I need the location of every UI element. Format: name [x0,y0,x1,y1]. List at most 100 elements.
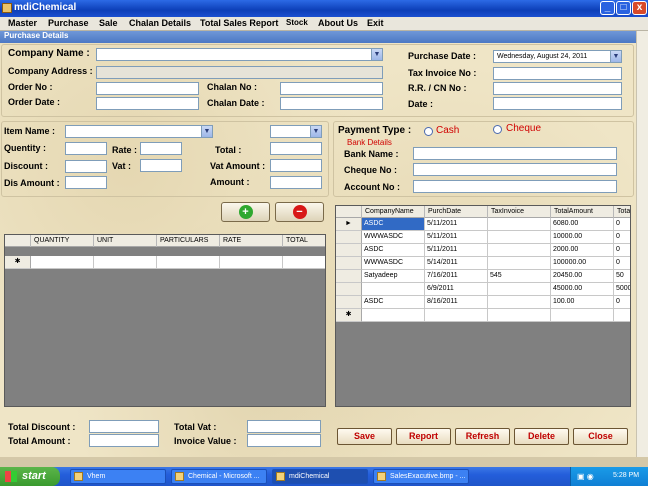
table-cell[interactable]: 7/16/2011 [425,270,488,283]
table-cell[interactable]: 6080.00 [551,218,614,231]
table-cell[interactable]: 545 [488,270,551,283]
remove-item-button[interactable]: − [275,202,324,222]
menu-total-sales-report[interactable]: Total Sales Report [200,18,278,28]
unit-dropdown[interactable]: ▼ [270,125,322,138]
taskbar-item-vhem[interactable]: Vhem [70,469,166,484]
table-cell[interactable] [94,256,157,269]
table-cell[interactable]: 0 [614,231,630,244]
invoice-value-field[interactable] [247,434,321,447]
column-header[interactable]: TotalAmount [551,206,614,218]
table-cell[interactable]: ASDC [362,244,425,257]
menu-stock[interactable]: Stock [286,18,308,27]
taskbar-item-salesexacutive[interactable]: SalesExacutive.bmp - ... [373,469,469,484]
table-cell[interactable] [362,283,425,296]
delete-button[interactable]: Delete [514,428,569,445]
table-cell[interactable] [425,309,488,322]
table-cell[interactable]: 5/14/2011 [425,257,488,270]
cheque-radio[interactable] [493,125,502,134]
table-cell[interactable]: 0 [614,257,630,270]
cheque-label[interactable]: Cheque [506,123,541,134]
tax-invoice-field[interactable] [493,67,622,80]
amount-field[interactable] [270,176,322,189]
table-cell[interactable]: 50 [614,270,630,283]
purchases-grid[interactable]: CompanyName PurchDate TaxInvoice TotalAm… [335,205,631,407]
table-cell[interactable]: 2000.00 [551,244,614,257]
rate-field[interactable] [140,142,182,155]
total-discount-field[interactable] [89,420,159,433]
quantity-field[interactable] [65,142,107,155]
minimize-button[interactable]: _ [600,1,615,15]
table-cell[interactable]: 5/11/2011 [425,218,488,231]
table-cell[interactable]: 45000.00 [551,283,614,296]
menu-exit[interactable]: Exit [367,18,384,28]
vat-amount-field[interactable] [270,159,322,172]
table-row[interactable]: ASDC 5/11/2011 2000.00 0 [336,244,630,257]
cash-radio[interactable] [424,127,433,136]
table-cell[interactable] [31,256,94,269]
table-row-new[interactable]: ✱ [336,309,630,322]
total-field[interactable] [270,142,322,155]
table-cell[interactable] [488,309,551,322]
row-header[interactable] [336,231,362,244]
table-cell[interactable] [614,309,630,322]
refresh-button[interactable]: Refresh [455,428,510,445]
table-cell[interactable]: 100000.00 [551,257,614,270]
table-cell[interactable] [488,296,551,309]
table-cell[interactable]: 100.00 [551,296,614,309]
table-cell[interactable] [551,309,614,322]
close-form-button[interactable]: Close [573,428,628,445]
table-cell[interactable]: 10000.00 [551,231,614,244]
table-cell[interactable]: 5/11/2011 [425,231,488,244]
table-cell[interactable]: 0 [614,218,630,231]
menu-master[interactable]: Master [8,18,37,28]
column-header[interactable]: QUANTITY [31,235,94,247]
table-cell[interactable]: 8/16/2011 [425,296,488,309]
rr-cn-field[interactable] [493,82,622,95]
table-cell[interactable] [488,257,551,270]
column-header[interactable]: TOTAL [283,235,325,247]
order-no-field[interactable] [96,82,199,95]
row-header[interactable] [336,257,362,270]
column-header[interactable]: TaxInvoice [488,206,551,218]
table-cell[interactable] [283,256,325,269]
table-row[interactable]: ASDC 8/16/2011 100.00 0 [336,296,630,309]
items-grid[interactable]: QUANTITY UNIT PARTICULARS RATE TOTAL ✱ [4,234,326,407]
table-row[interactable]: ✱ [5,256,325,269]
bank-name-field[interactable] [413,147,617,160]
table-cell[interactable]: 5000 [614,283,630,296]
table-row[interactable]: Satyadeep 7/16/2011 545 20450.00 50 [336,270,630,283]
vat-field[interactable] [140,159,182,172]
table-cell[interactable]: ASDC [362,296,425,309]
table-cell[interactable]: 6/9/2011 [425,283,488,296]
company-name-dropdown[interactable]: ▼ [96,48,383,61]
table-cell[interactable] [362,309,425,322]
table-cell[interactable]: 0 [614,296,630,309]
table-cell[interactable] [488,244,551,257]
total-amount-field[interactable] [89,434,159,447]
column-header[interactable]: RATE [220,235,283,247]
table-row[interactable]: WWWASDC 5/11/2011 10000.00 0 [336,231,630,244]
close-button[interactable]: x [632,1,647,15]
table-cell[interactable] [157,256,220,269]
dis-amount-field[interactable] [65,176,107,189]
table-row[interactable]: WWWASDC 5/14/2011 100000.00 0 [336,257,630,270]
taskbar-item-mdichemical[interactable]: mdiChemical [272,469,368,484]
tray-icons[interactable]: ▣ ◉ [577,472,594,481]
row-header[interactable]: ► [336,218,362,231]
purchase-date-picker[interactable]: Wednesday, August 24, 2011 ▼ [493,50,622,63]
save-button[interactable]: Save [337,428,392,445]
column-header[interactable]: Tota [614,206,630,218]
table-cell[interactable]: WWWASDC [362,257,425,270]
order-date-field[interactable] [96,97,199,110]
taskbar-item-chemical[interactable]: Chemical - Microsoft ... [171,469,267,484]
total-vat-field[interactable] [247,420,321,433]
menu-sale[interactable]: Sale [99,18,118,28]
report-button[interactable]: Report [396,428,451,445]
company-address-field[interactable] [96,66,383,79]
table-cell[interactable] [488,231,551,244]
item-name-dropdown[interactable]: ▼ [65,125,213,138]
date-field[interactable] [493,97,622,110]
maximize-button[interactable]: □ [616,1,631,15]
vertical-scrollbar[interactable] [636,31,648,457]
menu-purchase[interactable]: Purchase [48,18,89,28]
